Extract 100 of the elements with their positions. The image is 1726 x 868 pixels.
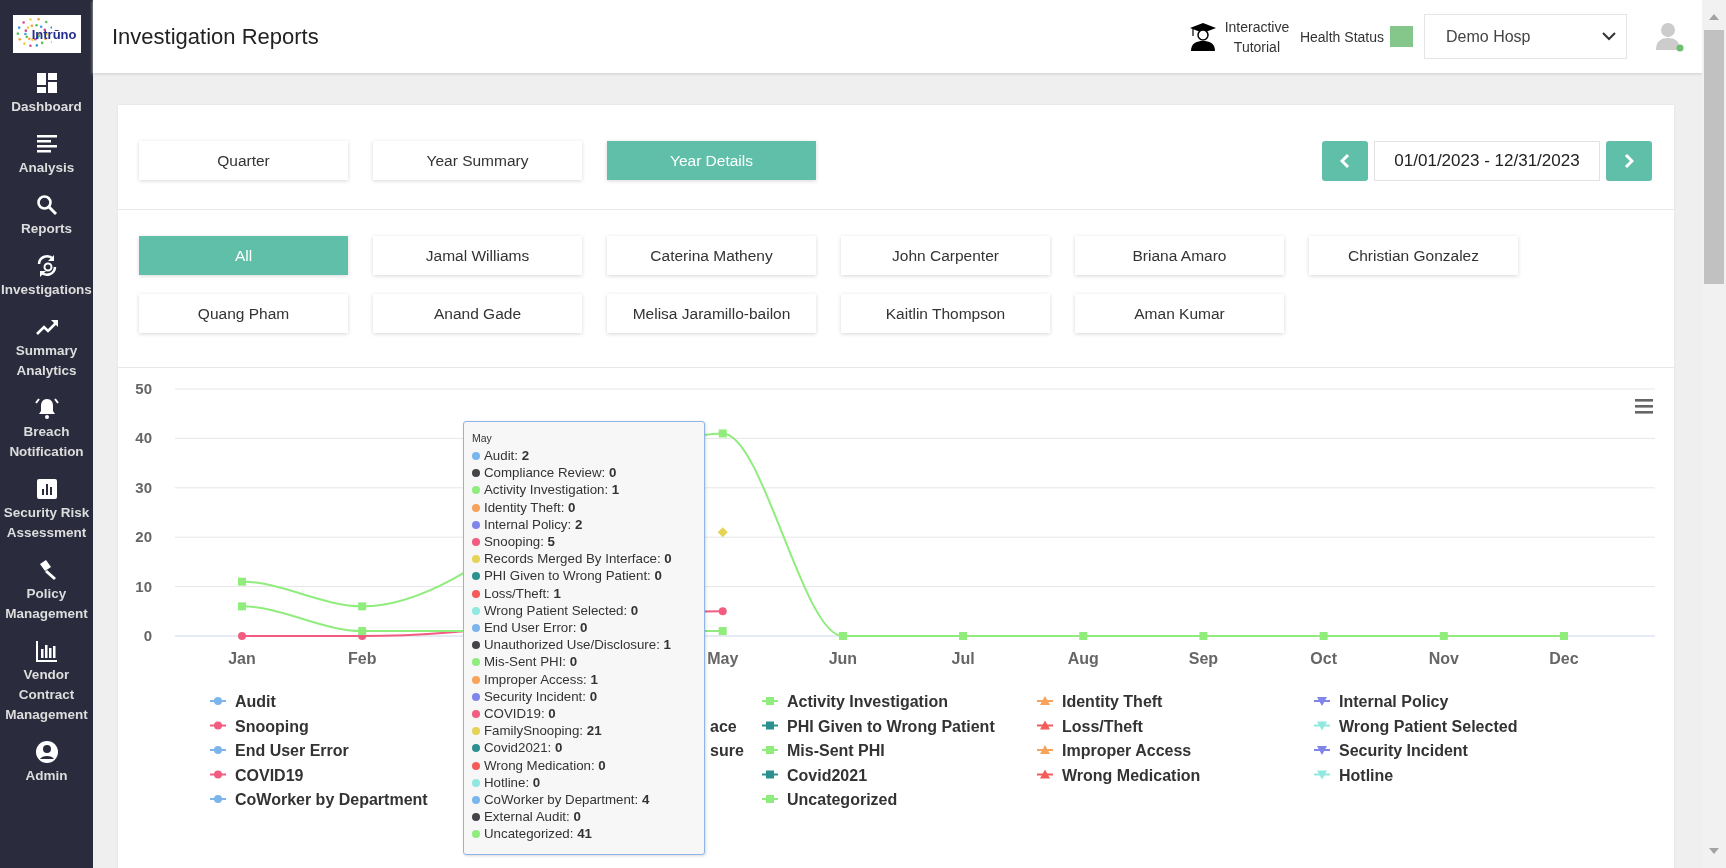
tooltip-item: PHI Given to Wrong Patient: 0: [472, 567, 696, 585]
legend-item[interactable]: End User Error: [235, 742, 349, 759]
sidebar-item[interactable]: Breach Notification: [0, 388, 93, 469]
x-axis-label: Nov: [1428, 650, 1459, 667]
legend-item[interactable]: COVID19: [235, 766, 304, 784]
legend-item[interactable]: Security Incident: [1339, 742, 1468, 759]
legend-item[interactable]: Hotline: [1339, 766, 1394, 784]
legend-item[interactable]: Internal Policy: [1339, 693, 1449, 710]
tooltip-item: Uncategorized: 41: [472, 825, 696, 843]
bell-icon: [34, 396, 59, 420]
tooltip-item: FamilySnooping: 21: [472, 722, 696, 740]
x-axis-label: Aug: [1067, 650, 1099, 667]
tooltip-item: Wrong Patient Selected: 0: [472, 601, 696, 620]
sidebar-item[interactable]: Security Risk Assessment: [0, 469, 93, 550]
tooltip-item: Unauthorized Use/Disclosure: 1: [472, 636, 696, 654]
x-axis-label: Jun: [828, 650, 858, 667]
hospital-dropdown[interactable]: Demo Hosp: [1424, 14, 1627, 59]
health-status-label: Health Status: [1299, 28, 1384, 45]
legend-item[interactable]: CoWorker by Department: [235, 791, 428, 808]
data-point[interactable]: [717, 527, 728, 538]
user-filter-button[interactable]: Briana Amaro: [1075, 236, 1284, 275]
data-point[interactable]: [959, 632, 968, 640]
bar-chart-icon: [34, 477, 59, 501]
page-title: Investigation Reports: [112, 23, 320, 50]
sidebar-item[interactable]: Dashboard: [0, 63, 93, 124]
chevron-left-icon: [1340, 152, 1350, 169]
tutorial-link[interactable]: Interactive Tutorial: [1221, 16, 1292, 57]
legend-item[interactable]: Improper Access: [1062, 742, 1192, 759]
user-filter-button[interactable]: Melisa Jaramillo-bailon: [607, 294, 816, 333]
legend-item[interactable]: Wrong Medication: [1062, 766, 1201, 784]
y-axis-label: 40: [135, 429, 152, 447]
tooltip-item: CoWorker by Department: 4: [472, 791, 696, 809]
x-axis-label: May: [707, 650, 739, 667]
user-filter-button[interactable]: Kaitlin Thompson: [841, 294, 1050, 333]
sidebar-item[interactable]: Admin: [0, 732, 93, 793]
tooltip-item: Covid2021: 0: [472, 739, 696, 757]
tooltip-item: External Audit: 0: [472, 808, 696, 826]
tooltip-item: End User Error: 0: [472, 619, 696, 637]
legend-item[interactable]: PHI Given to Wrong Patient: [787, 717, 995, 735]
x-axis-label: Oct: [1310, 650, 1337, 667]
user-filter-button[interactable]: Christian Gonzalez: [1309, 236, 1518, 275]
y-axis-label: 30: [135, 478, 152, 496]
sidebar-item[interactable]: Policy Management: [0, 550, 93, 631]
grid-icon: [34, 71, 59, 95]
user-avatar-icon[interactable]: [1656, 21, 1684, 52]
tooltip-item: Records Merged By Interface: 0: [472, 550, 696, 568]
data-point[interactable]: [358, 602, 367, 611]
user-filter-button[interactable]: John Carpenter: [841, 236, 1050, 275]
user-filter-button[interactable]: Quang Pham: [139, 294, 348, 333]
x-axis-label: Feb: [347, 650, 377, 667]
tooltip-item: Snooping: 5: [472, 533, 696, 551]
chevron-right-icon: [1624, 152, 1634, 169]
legend-item[interactable]: Activity Investigation: [787, 693, 948, 710]
sidebar-item[interactable]: Investigations: [0, 246, 93, 307]
legend-item[interactable]: ace: [710, 717, 737, 735]
x-axis-label: Dec: [1549, 650, 1579, 667]
legend-item[interactable]: Mis-Sent PHI: [787, 742, 885, 759]
previous-button[interactable]: [1322, 140, 1368, 181]
legend-item[interactable]: Wrong Patient Selected: [1339, 717, 1518, 735]
tooltip-item: Loss/Theft: 1: [472, 584, 696, 602]
y-axis-label: 0: [143, 627, 152, 644]
data-point[interactable]: [1079, 632, 1088, 640]
data-point[interactable]: [1439, 632, 1448, 640]
sidebar-item[interactable]: Summary Analytics: [0, 307, 93, 388]
y-axis-label: 10: [135, 577, 152, 595]
legend-item[interactable]: Covid2021: [787, 766, 868, 784]
tooltip-item: Internal Policy: 2: [472, 515, 696, 533]
period-tab[interactable]: Year Summary: [373, 141, 582, 180]
next-button[interactable]: [1606, 140, 1652, 181]
date-range-field[interactable]: 01/01/2023 - 12/31/2023: [1374, 140, 1600, 181]
menu-icon[interactable]: [1635, 399, 1653, 414]
sidebar-item[interactable]: Reports: [0, 185, 93, 246]
user-filter-button[interactable]: Caterina Matheny: [607, 236, 816, 275]
legend-item[interactable]: Identity Theft: [1062, 693, 1163, 710]
sidebar-item[interactable]: Vendor Contract Management: [0, 631, 93, 732]
tooltip-item: Compliance Review: 0: [472, 464, 696, 482]
data-point[interactable]: [718, 627, 727, 636]
legend-item[interactable]: Loss/Theft: [1062, 717, 1143, 735]
x-axis-label: Jul: [951, 650, 975, 667]
legend-item[interactable]: Audit: [235, 693, 276, 710]
user-filter-button[interactable]: Jamal Williams: [373, 236, 582, 275]
x-axis-label: Sep: [1188, 650, 1219, 667]
tooltip-item: Security Incident: 0: [472, 687, 696, 706]
legend-item[interactable]: Uncategorized: [787, 791, 898, 808]
data-point[interactable]: [238, 632, 246, 640]
tooltip-item: COVID19: 0: [472, 705, 696, 723]
logo-text: Intrūno: [31, 26, 77, 42]
tooltip-title: May: [472, 432, 493, 444]
tooltip-item: Mis-Sent PHI: 0: [472, 653, 696, 671]
legend-item[interactable]: Snooping: [235, 717, 309, 735]
data-point[interactable]: [358, 627, 367, 636]
data-point[interactable]: [718, 607, 727, 616]
period-tab[interactable]: Quarter: [139, 141, 348, 180]
user-circle-icon: [34, 740, 59, 764]
data-point[interactable]: [718, 429, 727, 438]
legend-item[interactable]: sure: [710, 742, 744, 759]
user-filter-button[interactable]: Anand Gade: [373, 294, 582, 333]
data-point[interactable]: [838, 632, 847, 640]
sidebar-item[interactable]: Analysis: [0, 124, 93, 185]
user-filter-button[interactable]: Aman Kumar: [1075, 294, 1284, 333]
